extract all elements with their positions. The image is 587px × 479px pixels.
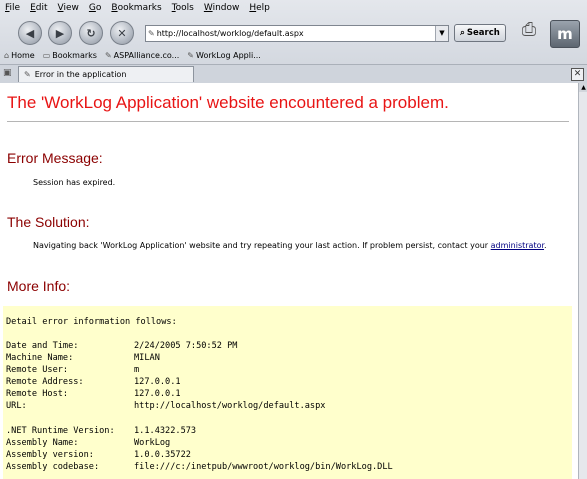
- detail-label: Remote Address:: [6, 377, 84, 387]
- bookmark-bookmarks[interactable]: ▭ Bookmarks: [39, 51, 101, 60]
- solution-heading: The Solution:: [7, 214, 90, 230]
- solution-text: Navigating back 'WorkLog Application' we…: [33, 241, 547, 250]
- reload-icon: ↻: [86, 26, 96, 40]
- back-button[interactable]: ◀: [18, 21, 42, 45]
- folder-icon: ▭: [42, 50, 51, 60]
- runtime-value: 1.1.4322.573: [134, 426, 197, 436]
- detail-label: Remote User:: [6, 365, 69, 375]
- runtime-value: 1.0.0.35722: [134, 450, 191, 460]
- runtime-value: WorkLog: [134, 438, 171, 448]
- tab-error[interactable]: ✎ Error in the application: [18, 66, 194, 82]
- stop-icon: ✕: [117, 26, 127, 40]
- menu-tools[interactable]: Tools: [167, 3, 199, 13]
- detail-value: MILAN: [134, 353, 160, 363]
- search-button-label: Search: [466, 28, 500, 38]
- browser-chrome: File Edit View Go Bookmarks Tools Window…: [0, 0, 587, 83]
- menu-view[interactable]: View: [53, 3, 84, 13]
- search-icon: ⌕: [460, 28, 465, 38]
- forward-button[interactable]: ▶: [48, 21, 72, 45]
- detail-label: URL:: [6, 401, 27, 411]
- tab-bar: ▣ ✎ Error in the application ✕: [0, 64, 587, 83]
- vertical-scrollbar[interactable]: ▲: [578, 83, 587, 479]
- runtime-label: .NET Runtime Version:: [6, 426, 115, 436]
- bookmark-aspalliance[interactable]: ✎ ASPAlliance.co...: [101, 51, 183, 60]
- stop-button[interactable]: ✕: [110, 21, 134, 45]
- forward-arrow-icon: ▶: [55, 26, 65, 40]
- detail-value: 2/24/2005 7:50:52 PM: [134, 341, 238, 351]
- divider: [7, 121, 569, 122]
- link-icon: ✎: [104, 50, 112, 60]
- print-icon[interactable]: ⎙: [517, 19, 541, 45]
- bookmarks-toolbar: ⌂ Home ▭ Bookmarks ✎ ASPAlliance.co... ✎ Wor…: [0, 48, 587, 62]
- url-bar[interactable]: ✎ ▼: [145, 25, 449, 42]
- close-tab-icon[interactable]: ✕: [571, 68, 584, 81]
- menu-help[interactable]: Help: [244, 3, 275, 13]
- detail-intro: Detail error information follows:: [6, 317, 177, 327]
- detail-value: http://localhost/worklog/default.aspx: [134, 401, 326, 411]
- page-icon: ✎: [148, 29, 155, 38]
- detail-value: 127.0.0.1: [134, 377, 181, 387]
- new-tab-icon[interactable]: ▣: [3, 68, 15, 80]
- menu-window[interactable]: Window: [199, 3, 245, 13]
- error-message-heading: Error Message:: [7, 150, 103, 166]
- link-icon: ✎: [187, 50, 194, 60]
- navigation-toolbar: ◀ ▶ ↻ ✕ ✎ ▼ ⌕ Search ⎙ m: [0, 17, 587, 48]
- bookmark-worklog[interactable]: ✎ WorkLog Appli...: [183, 51, 265, 60]
- detail-value: 127.0.0.1: [134, 389, 181, 399]
- administrator-link[interactable]: administrator: [491, 241, 544, 250]
- search-button[interactable]: ⌕ Search: [454, 24, 506, 42]
- browser-logo: m: [550, 20, 580, 48]
- menu-bookmarks[interactable]: Bookmarks: [106, 3, 166, 13]
- page-icon: ✎: [24, 70, 31, 79]
- detail-label: Remote Host:: [6, 389, 69, 399]
- runtime-label: Assembly codebase:: [6, 462, 100, 472]
- menu-edit[interactable]: Edit: [25, 3, 52, 13]
- page-content: The 'WorkLog Application' website encoun…: [0, 83, 578, 479]
- tab-title: Error in the application: [34, 70, 127, 79]
- detail-label: Machine Name:: [6, 353, 74, 363]
- back-arrow-icon: ◀: [25, 26, 35, 40]
- scroll-up-icon[interactable]: ▲: [579, 83, 587, 92]
- detail-value: m: [134, 365, 140, 375]
- page-title: The 'WorkLog Application' website encoun…: [7, 93, 449, 112]
- error-message-text: Session has expired.: [33, 178, 116, 187]
- runtime-label: Assembly version:: [6, 450, 94, 460]
- url-input[interactable]: [154, 29, 429, 38]
- menu-file[interactable]: File: [0, 3, 25, 13]
- menu-go[interactable]: Go: [84, 3, 107, 13]
- runtime-label: Assembly Name:: [6, 438, 79, 448]
- menu-bar: File Edit View Go Bookmarks Tools Window…: [0, 0, 587, 16]
- home-icon: ⌂: [4, 50, 10, 60]
- more-info-heading: More Info:: [7, 278, 71, 294]
- reload-button[interactable]: ↻: [79, 21, 103, 45]
- error-details-box: Detail error information follows: Date a…: [3, 306, 572, 479]
- bookmark-home[interactable]: ⌂ Home: [0, 51, 39, 60]
- runtime-value: file:///c:/inetpub/wwwroot/worklog/bin/W…: [134, 462, 393, 472]
- detail-label: Date and Time:: [6, 341, 79, 351]
- url-dropdown-icon[interactable]: ▼: [435, 26, 448, 41]
